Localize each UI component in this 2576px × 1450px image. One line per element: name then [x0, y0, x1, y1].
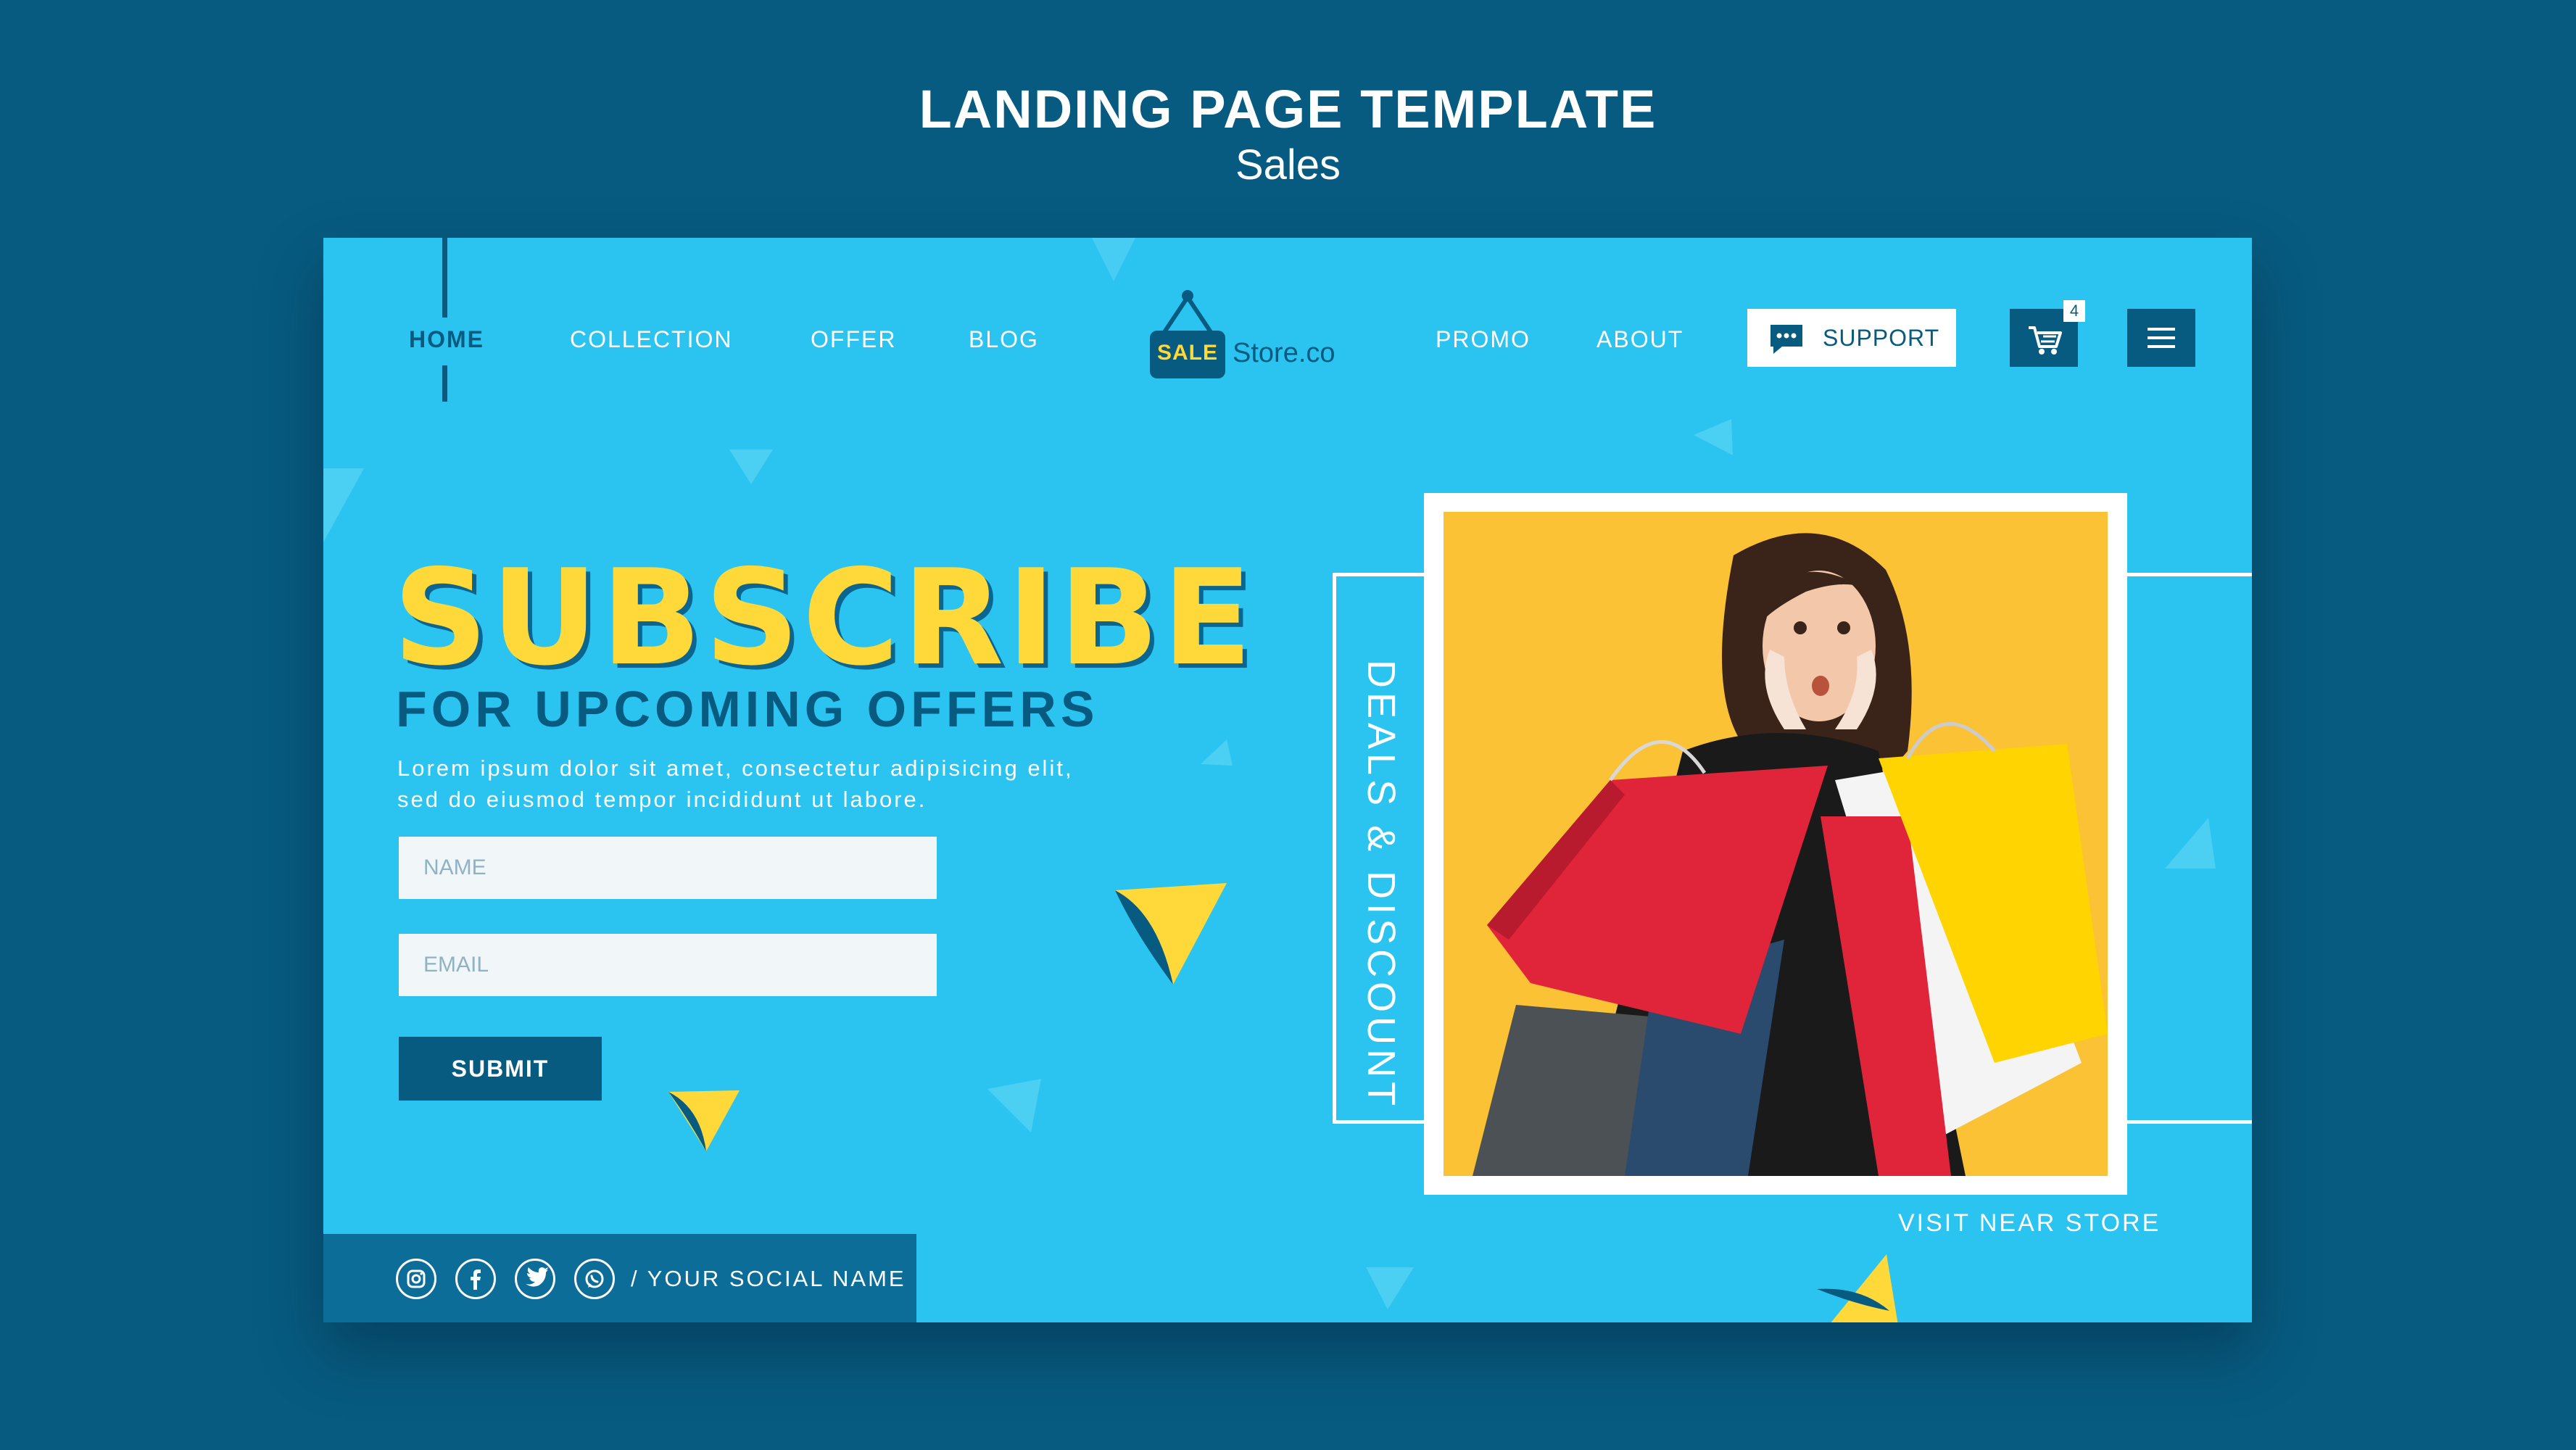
- social-name-label: / YOUR SOCIAL NAME: [631, 1266, 906, 1291]
- hero-body-text: Lorem ipsum dolor sit amet, consectetur …: [397, 755, 1074, 812]
- nav-collection[interactable]: COLLECTION: [570, 326, 732, 353]
- hamburger-menu-icon: [2148, 328, 2175, 348]
- nav-blog[interactable]: BLOG: [969, 326, 1039, 353]
- page-heading: LANDING PAGE TEMPLATE: [919, 79, 1657, 139]
- facebook-icon[interactable]: [455, 1259, 496, 1299]
- menu-button[interactable]: [2127, 309, 2195, 367]
- woman-with-shopping-bags-illustration: [1473, 533, 2108, 1176]
- nav-about[interactable]: ABOUT: [1596, 326, 1683, 353]
- hero-subheadline: FOR UPCOMING OFFERS: [396, 681, 1099, 737]
- submit-button[interactable]: SUBMIT: [399, 1037, 602, 1101]
- chat-bubble-icon: [1771, 325, 1802, 354]
- logo-sale-text: SALE: [1156, 341, 1218, 365]
- hero-headline: SUBSCRIBE: [393, 541, 1256, 695]
- support-label: SUPPORT: [1823, 325, 1940, 351]
- nav-offer[interactable]: OFFER: [811, 326, 896, 353]
- page-subheading: Sales: [1235, 141, 1341, 188]
- logo-hanger-icon: [1162, 290, 1213, 334]
- visit-store-link[interactable]: VISIT NEAR STORE: [1898, 1209, 2161, 1238]
- deals-vertical-label: DEALS & DISCOUNT: [1359, 660, 1403, 1111]
- whatsapp-icon[interactable]: [574, 1259, 615, 1299]
- facebook-glyph: [471, 1269, 481, 1290]
- social-bar: / YOUR SOCIAL NAME: [323, 1234, 916, 1322]
- cart-count-badge: 4: [2063, 300, 2085, 322]
- logo-sale-tag: SALE: [1150, 331, 1225, 378]
- nav-active-indicator-top: [442, 238, 447, 318]
- nav-home[interactable]: HOME: [409, 326, 484, 353]
- landing-card: HOME COLLECTION OFFER BLOG SALE Store.co…: [323, 238, 2252, 1322]
- instagram-icon[interactable]: [396, 1259, 436, 1299]
- whatsapp-glyph: [585, 1269, 604, 1288]
- instagram-glyph: [407, 1269, 426, 1288]
- page: LANDING PAGE TEMPLATE Sales HOME COLLECT…: [0, 0, 2576, 1450]
- email-input[interactable]: [399, 934, 937, 996]
- nav-promo[interactable]: PROMO: [1436, 326, 1531, 353]
- name-input[interactable]: [399, 837, 937, 899]
- twitter-icon[interactable]: [515, 1259, 555, 1299]
- nav-active-indicator-bottom: [442, 365, 447, 402]
- logo-store-name: Store.co: [1233, 338, 1335, 368]
- twitter-glyph: [526, 1267, 548, 1287]
- hero-photo: [1444, 512, 2108, 1176]
- support-button[interactable]: SUPPORT: [1747, 309, 1956, 367]
